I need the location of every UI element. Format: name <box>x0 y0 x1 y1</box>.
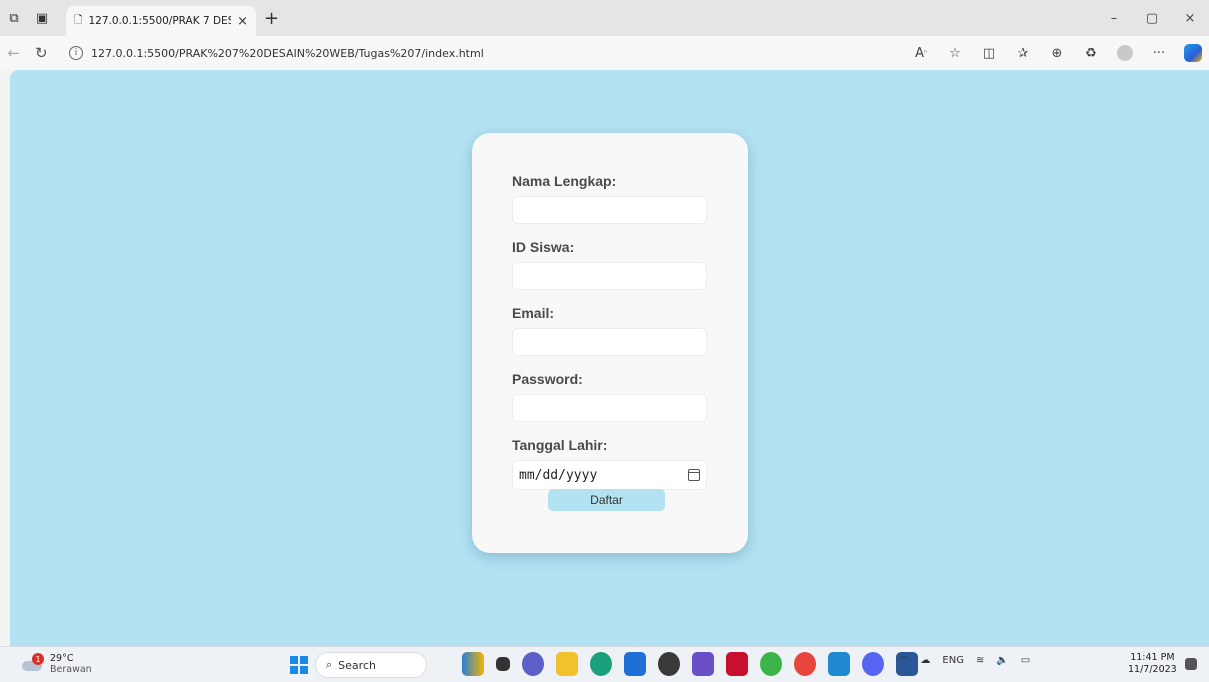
clock-date: 11/7/2023 <box>1128 664 1177 675</box>
tab-title: 127.0.0.1:5500/PRAK 7 DESAIN W <box>88 15 231 27</box>
id-siswa-label: ID Siswa: <box>512 239 575 255</box>
registration-form: Nama Lengkap: ID Siswa: Email: Password:… <box>472 133 748 553</box>
weather-desc: Berawan <box>50 664 92 675</box>
browser-tools: Aⁿ ☆ ◫ ✰ ⊕ ♻ ··· <box>905 39 1209 67</box>
maximize-button[interactable]: ▢ <box>1133 0 1171 36</box>
favorites-icon[interactable]: ✰ <box>1007 39 1039 67</box>
app-dark-icon[interactable] <box>658 652 680 676</box>
collections-icon[interactable]: ⊕ <box>1041 39 1073 67</box>
store-icon[interactable] <box>624 652 646 676</box>
windows-taskbar: 1 29°C Berawan ⌕ Search ^ ☁ ENG ≋ 🔈 ▭ 11… <box>0 646 1209 682</box>
password-label: Password: <box>512 371 583 387</box>
app-purple-icon[interactable] <box>692 652 714 676</box>
password-input[interactable] <box>512 394 707 422</box>
taskbar-clock[interactable]: 11:41 PM 11/7/2023 <box>1128 652 1177 676</box>
battery-icon[interactable]: ▭ <box>1021 655 1030 666</box>
browser-tab[interactable]: 🗋 127.0.0.1:5500/PRAK 7 DESAIN W × <box>66 6 256 36</box>
widget-app-icon[interactable] <box>462 652 484 676</box>
taskbar-search[interactable]: ⌕ Search <box>315 652 427 678</box>
browser-toolbar: ← ↻ i 127.0.0.1:5500/PRAK%207%20DESAIN%2… <box>0 36 1209 70</box>
favorite-star-icon[interactable]: ☆ <box>939 39 971 67</box>
close-window-button[interactable]: × <box>1171 0 1209 36</box>
mcafee-icon[interactable] <box>726 652 748 676</box>
vscode-icon[interactable] <box>828 652 850 676</box>
chat-app-icon[interactable] <box>522 652 544 676</box>
tab-actions-icon[interactable]: ▣ <box>28 4 56 32</box>
tab-close-icon[interactable]: × <box>237 14 248 29</box>
nama-lengkap-input[interactable] <box>512 196 707 224</box>
more-menu-icon[interactable]: ··· <box>1143 39 1175 67</box>
discord-icon[interactable] <box>862 652 884 676</box>
daftar-button[interactable]: Daftar <box>548 489 665 511</box>
cloud-icon: 1 <box>22 653 44 672</box>
email-label: Email: <box>512 305 555 321</box>
url-text: 127.0.0.1:5500/PRAK%207%20DESAIN%20WEB/T… <box>91 46 484 60</box>
language-indicator[interactable]: ENG <box>942 655 964 666</box>
volume-icon[interactable]: 🔈 <box>996 655 1008 666</box>
weather-widget[interactable]: 1 29°C Berawan <box>22 653 92 675</box>
address-bar[interactable]: i 127.0.0.1:5500/PRAK%207%20DESAIN%20WEB… <box>61 40 901 66</box>
notification-icon[interactable] <box>1185 658 1197 670</box>
page-icon: 🗋 <box>74 14 83 26</box>
weather-temp: 29°C <box>50 653 74 664</box>
chrome-icon[interactable] <box>794 652 816 676</box>
refresh-icon[interactable]: ↻ <box>28 38 56 68</box>
windows-start-icon[interactable] <box>290 656 308 674</box>
wifi-icon[interactable]: ≋ <box>976 655 984 666</box>
calendar-icon[interactable] <box>688 469 700 481</box>
site-info-icon[interactable]: i <box>69 46 83 60</box>
clock-time: 11:41 PM <box>1130 652 1175 663</box>
page-viewport: Nama Lengkap: ID Siswa: Email: Password:… <box>10 70 1209 646</box>
task-view-icon[interactable] <box>496 657 510 671</box>
split-screen-icon[interactable]: ◫ <box>973 39 1005 67</box>
system-tray: ^ ☁ ENG ≋ 🔈 ▭ <box>900 655 1030 666</box>
workspaces-icon[interactable]: ⧉ <box>0 4 28 32</box>
search-label: Search <box>338 658 376 672</box>
weather-badge: 1 <box>32 653 44 665</box>
file-explorer-icon[interactable] <box>556 652 578 676</box>
nama-lengkap-label: Nama Lengkap: <box>512 173 617 189</box>
email-input[interactable] <box>512 328 707 356</box>
onedrive-icon[interactable]: ☁ <box>920 655 930 666</box>
tanggal-lahir-label: Tanggal Lahir: <box>512 437 608 453</box>
search-icon: ⌕ <box>326 658 333 671</box>
profile-icon[interactable] <box>1109 39 1141 67</box>
minimize-button[interactable]: – <box>1095 0 1133 36</box>
back-icon[interactable]: ← <box>0 38 28 68</box>
extensions-icon[interactable]: ♻ <box>1075 39 1107 67</box>
id-siswa-input[interactable] <box>512 262 707 290</box>
tanggal-lahir-input[interactable]: mm/dd/yyyy <box>512 460 707 490</box>
copilot-icon[interactable] <box>1177 39 1209 67</box>
date-placeholder: mm/dd/yyyy <box>519 467 598 483</box>
browser-tab-bar: ⧉ ▣ 🗋 127.0.0.1:5500/PRAK 7 DESAIN W × +… <box>0 0 1209 36</box>
window-controls: – ▢ × <box>1095 0 1209 36</box>
new-tab-button[interactable]: + <box>264 8 279 29</box>
chevron-up-icon[interactable]: ^ <box>900 655 908 666</box>
taskbar-apps <box>462 652 918 676</box>
read-aloud-icon[interactable]: Aⁿ <box>905 39 937 67</box>
edge-icon[interactable] <box>590 652 612 676</box>
app-green-icon[interactable] <box>760 652 782 676</box>
